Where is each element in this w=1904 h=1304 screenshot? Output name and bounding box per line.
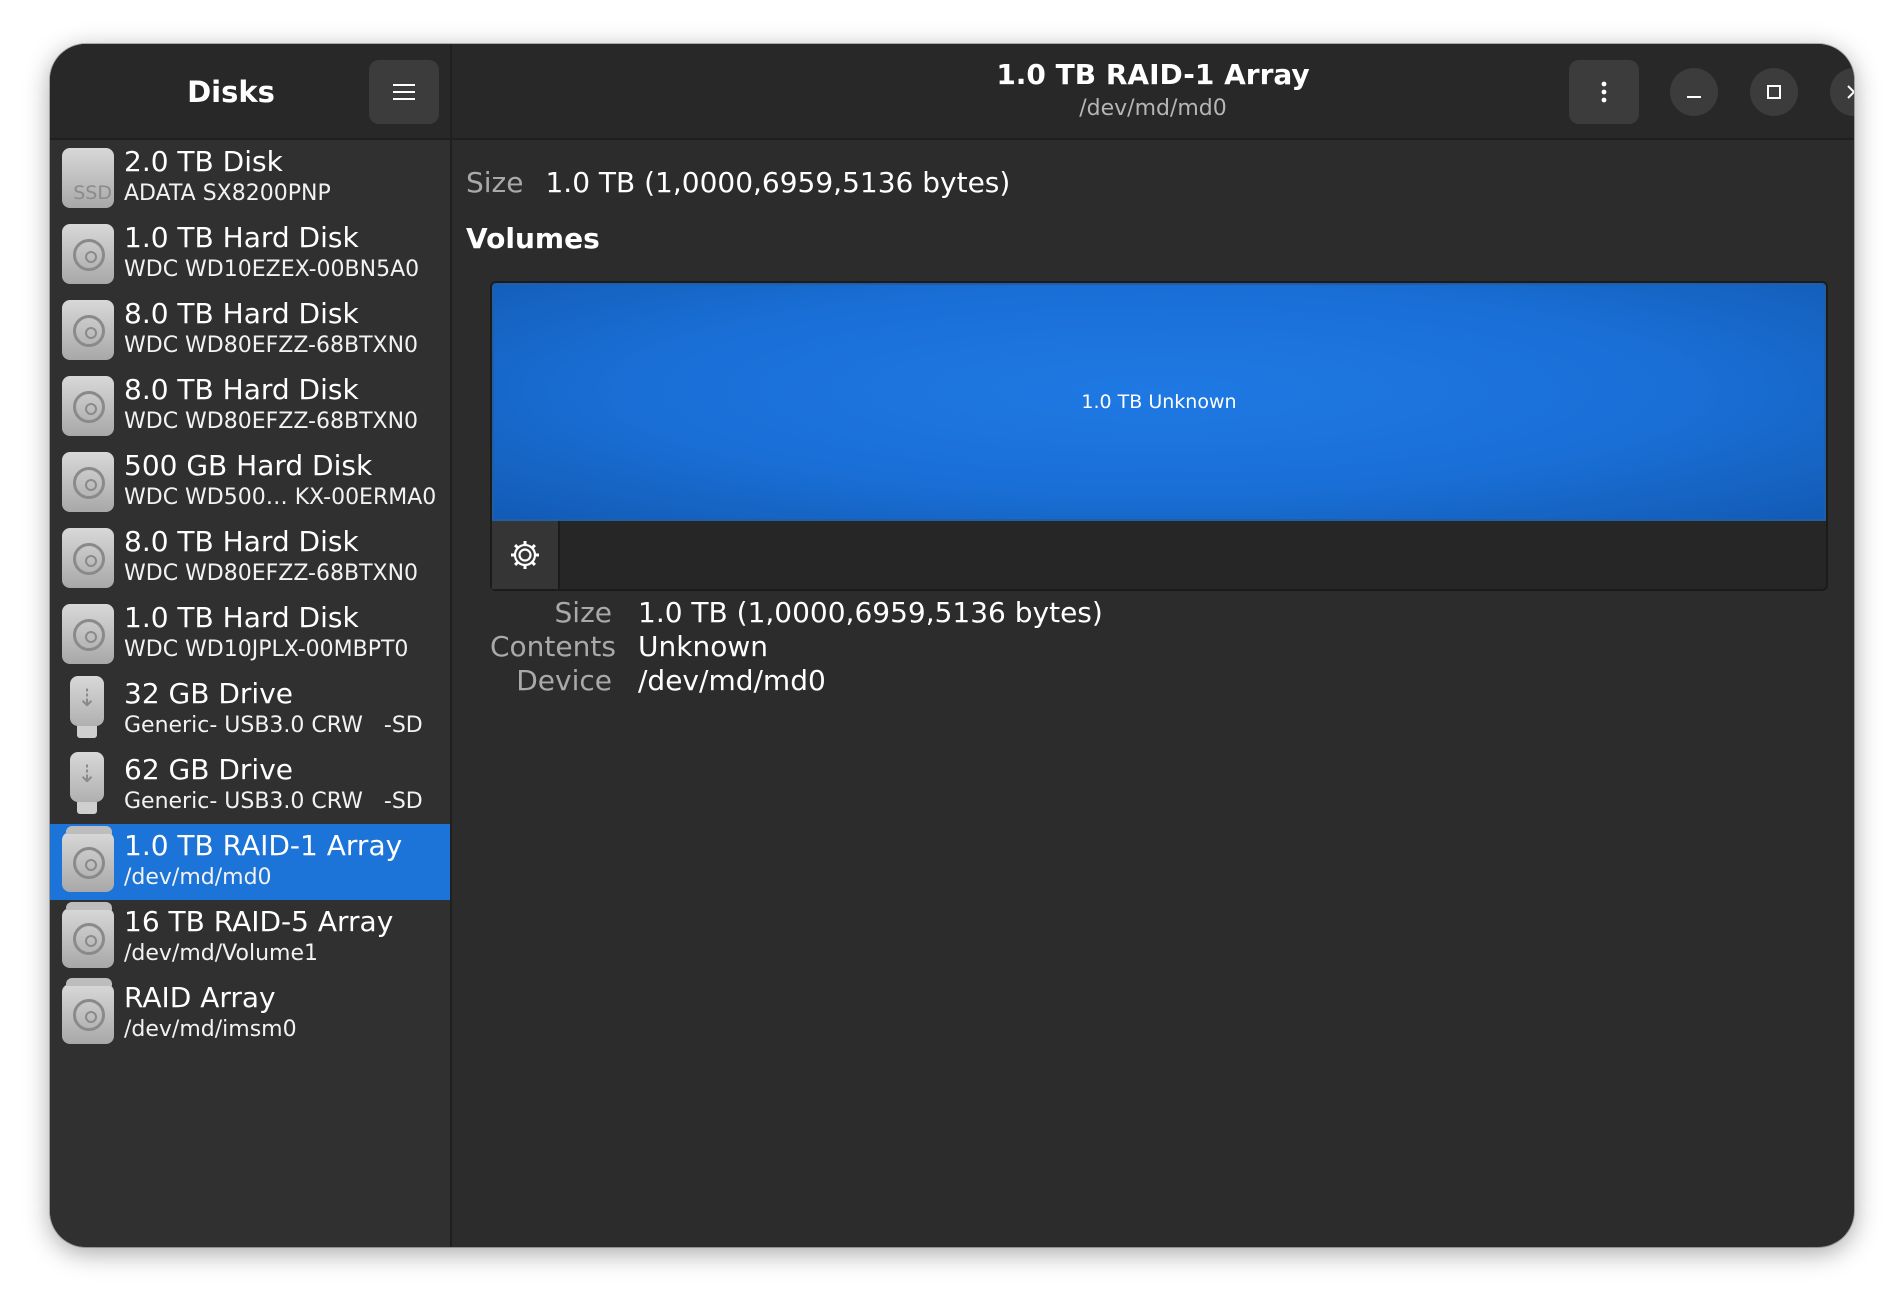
close-icon	[1847, 85, 1854, 99]
disk-item[interactable]: 1.0 TB Hard Disk WDC WD10JPLX-00MBPT0	[50, 596, 450, 672]
disk-item[interactable]: 8.0 TB Hard Disk WDC WD80EFZZ-68BTXN0	[50, 292, 450, 368]
disk-model: WDC WD80EFZZ-68BTXN0	[124, 409, 419, 434]
gear-icon	[511, 541, 539, 569]
hard-disk-icon	[62, 452, 114, 512]
disk-model: /dev/md/Volume1	[124, 941, 318, 966]
disk-item[interactable]: 8.0 TB Hard Disk WDC WD80EFZZ-68BTXN0	[50, 368, 450, 444]
disk-name: 1.0 TB Hard Disk	[124, 601, 359, 634]
size-value: 1.0 TB (1,0000,6959,5136 bytes)	[545, 166, 1011, 199]
header-bar: 1.0 TB RAID-1 Array /dev/md/md0	[452, 44, 1854, 140]
usb-drive-icon: ⇣	[70, 676, 104, 738]
detail-key: Device	[516, 664, 612, 697]
hard-disk-icon	[62, 224, 114, 284]
ssd-icon: SSD	[62, 148, 114, 208]
hamburger-menu-icon	[393, 84, 415, 100]
detail-value: Unknown	[638, 630, 768, 663]
disk-item[interactable]: 1.0 TB Hard Disk WDC WD10EZEX-00BN5A0	[50, 216, 450, 292]
disk-item[interactable]: 8.0 TB Hard Disk WDC WD80EFZZ-68BTXN0	[50, 520, 450, 596]
hard-disk-icon	[62, 376, 114, 436]
size-label: Size	[466, 166, 524, 199]
disk-model: WDC WD10EZEX-00BN5A0	[124, 257, 420, 282]
disk-item[interactable]: RAID Array /dev/md/imsm0	[50, 976, 450, 1052]
disk-model: WDC WD500… KX-00ERMA0	[124, 485, 437, 510]
disk-list: SSD 2.0 TB Disk ADATA SX8200PNP 1.0 TB H…	[50, 140, 450, 1052]
detail-key: Contents	[490, 630, 616, 663]
drive-options-button[interactable]	[1569, 60, 1639, 124]
hard-disk-icon	[62, 300, 114, 360]
disk-name: RAID Array	[124, 981, 276, 1014]
partition-block[interactable]: 1.0 TB Unknown	[492, 283, 1826, 521]
drive-size: Size 1.0 TB (1,0000,6959,5136 bytes)	[466, 166, 1010, 199]
raid-array-icon	[62, 902, 114, 968]
disk-name: 1.0 TB RAID-1 Array	[124, 829, 403, 862]
raid-array-icon	[62, 978, 114, 1044]
main-menu-button[interactable]	[369, 60, 439, 124]
disk-name: 8.0 TB Hard Disk	[124, 525, 359, 558]
partition-label: 1.0 TB Unknown	[1081, 391, 1237, 413]
window-title: 1.0 TB RAID-1 Array	[996, 58, 1310, 91]
disk-name: 500 GB Hard Disk	[124, 449, 373, 482]
detail-value: 1.0 TB (1,0000,6959,5136 bytes)	[638, 596, 1103, 629]
sidebar-header: Disks	[50, 44, 450, 140]
detail-row-size: Size 1.0 TB (1,0000,6959,5136 bytes)	[490, 596, 1103, 630]
hard-disk-icon	[62, 528, 114, 588]
window-subtitle: /dev/md/md0	[1079, 96, 1227, 121]
disk-item[interactable]: 16 TB RAID-5 Array /dev/md/Volume1	[50, 900, 450, 976]
sidebar: Disks SSD 2.0 TB Disk ADATA SX8200PNP 1.…	[50, 44, 452, 1247]
minimize-button[interactable]	[1670, 68, 1718, 116]
disk-item[interactable]: 500 GB Hard Disk WDC WD500… KX-00ERMA0	[50, 444, 450, 520]
disk-model: WDC WD10JPLX-00MBPT0	[124, 637, 409, 662]
maximize-button[interactable]	[1750, 68, 1798, 116]
disk-name: 62 GB Drive	[124, 753, 293, 786]
disk-item[interactable]: SSD 2.0 TB Disk ADATA SX8200PNP	[50, 140, 450, 216]
hard-disk-icon	[62, 604, 114, 664]
detail-key: Size	[554, 596, 612, 629]
disk-name: 1.0 TB Hard Disk	[124, 221, 359, 254]
detail-row-contents: Contents Unknown	[490, 630, 1103, 664]
volume-map: 1.0 TB Unknown	[490, 281, 1828, 591]
kebab-menu-icon	[1601, 81, 1607, 103]
disk-name: 16 TB RAID-5 Array	[124, 905, 394, 938]
disk-model: WDC WD80EFZZ-68BTXN0	[124, 333, 419, 358]
disk-name: 2.0 TB Disk	[124, 145, 283, 178]
volumes-heading: Volumes	[466, 222, 600, 255]
disk-item[interactable]: ⇣ 62 GB Drive Generic- USB3.0 CRW -SD	[50, 748, 450, 824]
disk-item-selected[interactable]: 1.0 TB RAID-1 Array /dev/md/md0	[50, 824, 450, 900]
detail-value: /dev/md/md0	[638, 664, 826, 697]
detail-row-device: Device /dev/md/md0	[490, 664, 1103, 698]
disk-model: ADATA SX8200PNP	[124, 181, 331, 206]
disk-model: /dev/md/md0	[124, 865, 272, 890]
usb-drive-icon: ⇣	[70, 752, 104, 814]
minimize-icon	[1687, 96, 1701, 98]
disk-model: WDC WD80EFZZ-68BTXN0	[124, 561, 419, 586]
disk-item[interactable]: ⇣ 32 GB Drive Generic- USB3.0 CRW -SD	[50, 672, 450, 748]
partition-details: Size 1.0 TB (1,0000,6959,5136 bytes) Con…	[490, 596, 1103, 698]
maximize-icon	[1767, 85, 1781, 99]
disk-name: 32 GB Drive	[124, 677, 293, 710]
raid-array-icon	[62, 826, 114, 892]
disk-name: 8.0 TB Hard Disk	[124, 373, 359, 406]
disk-name: 8.0 TB Hard Disk	[124, 297, 359, 330]
disks-window: Disks SSD 2.0 TB Disk ADATA SX8200PNP 1.…	[50, 44, 1854, 1247]
disk-model: Generic- USB3.0 CRW -SD	[124, 789, 423, 814]
partition-options-button[interactable]	[492, 521, 560, 589]
disk-model: /dev/md/imsm0	[124, 1017, 297, 1042]
disk-model: Generic- USB3.0 CRW -SD	[124, 713, 423, 738]
